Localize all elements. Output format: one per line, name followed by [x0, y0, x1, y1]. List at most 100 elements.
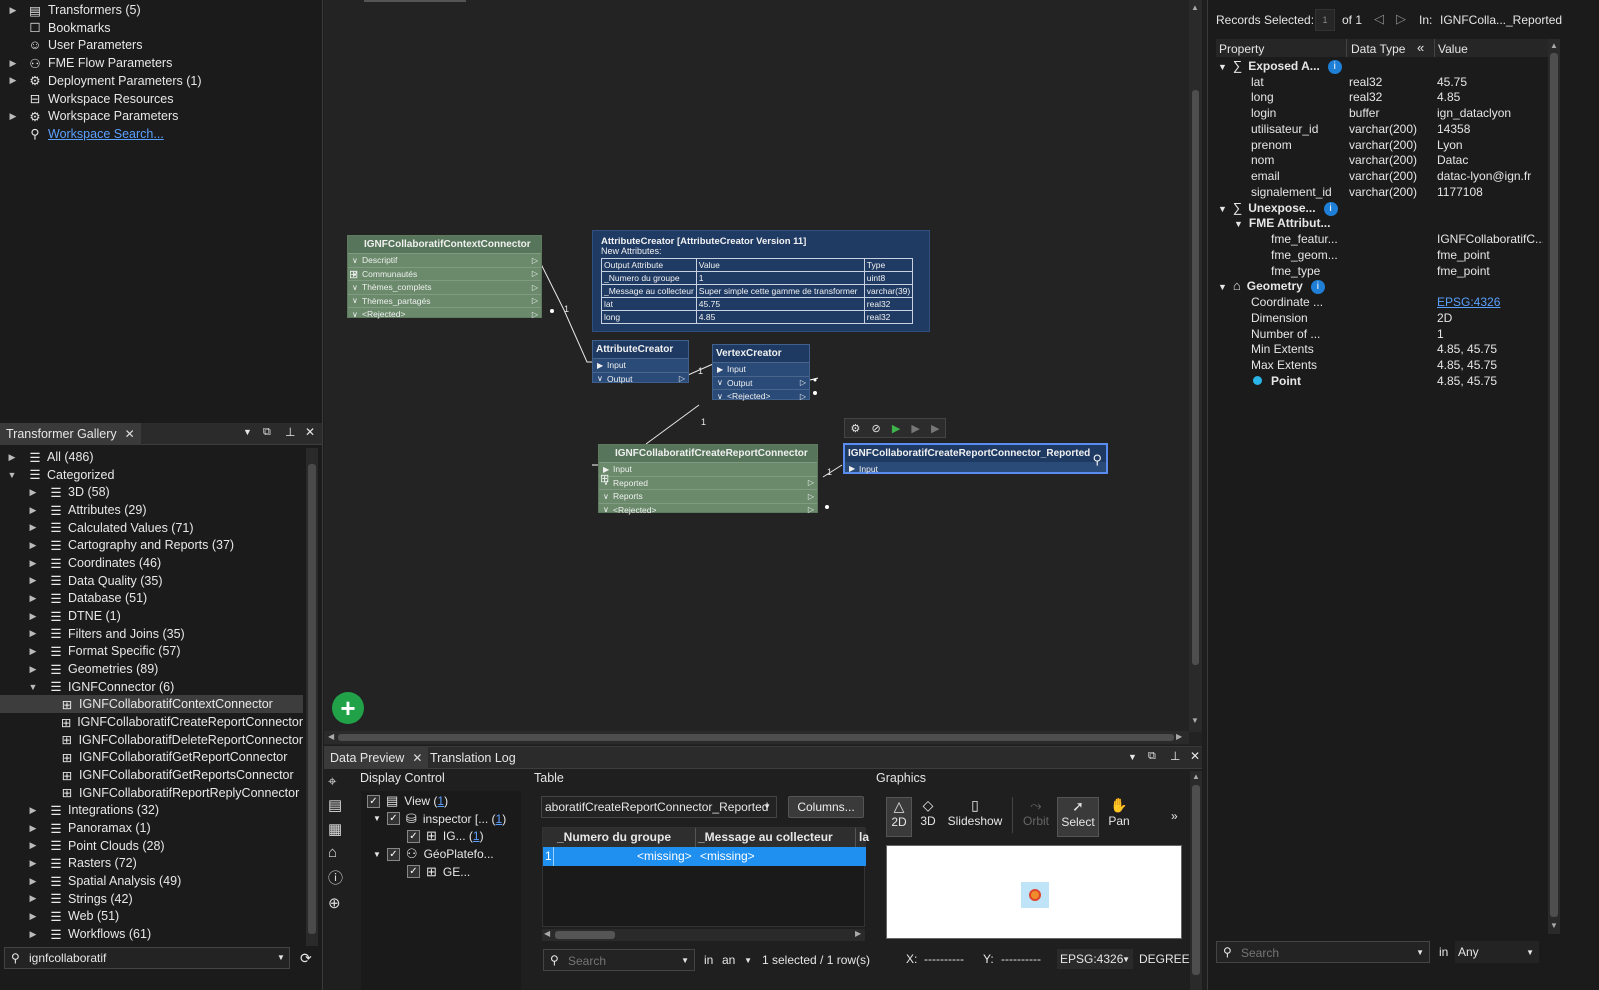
table-search-box[interactable]: ⚲ ▼ [543, 949, 695, 971]
collapse-arrow-icon[interactable]: ▼ [373, 850, 381, 859]
table-search-input[interactable] [568, 953, 678, 969]
refresh-icon[interactable]: ⟳ [300, 950, 312, 967]
navigator-item[interactable]: ▶ ▤ Transformers (5) [0, 1, 141, 19]
port-thmespartags[interactable]: ∨ Thèmes_partagés ▷ [348, 293, 541, 308]
tab-transformer-gallery[interactable]: Transformer Gallery ✕ [0, 423, 141, 445]
gallery-item[interactable]: ▶ ☰ 3D (58) [0, 483, 303, 501]
inspector-search-input[interactable] [1241, 945, 1411, 961]
create-report-connector-node[interactable]: IGNFCollaboratifCreateReportConnector ▶ I… [598, 444, 818, 515]
navigator-item[interactable]: ▶ ⚙ Deployment Parameters (1) [0, 72, 202, 90]
gallery-item[interactable]: ▶ ☰ Point Clouds (28) [0, 837, 303, 855]
property-row[interactable]: fme_geom... fme_point [1218, 247, 1546, 263]
context-connector-node[interactable]: IGNFCollaboratifContextConnector ∨ Descri… [347, 235, 542, 319]
property-row[interactable]: Point 4.85, 45.75 [1218, 373, 1546, 389]
close-panel-icon[interactable]: ✕ [1190, 749, 1200, 763]
feature-count-link[interactable]: 1 [473, 829, 480, 843]
expand-arrow-icon[interactable]: ▶ [27, 522, 39, 533]
gallery-item[interactable]: ▶ ☰ DTNE (1) [0, 607, 303, 625]
port-descriptif[interactable]: ∨ Descriptif ▷ [348, 253, 541, 267]
navigator-item[interactable]: ☐ Bookmarks [0, 19, 110, 37]
table-horizontal-scrollbar[interactable]: ◀ ▶ [542, 929, 865, 941]
expand-arrow-icon[interactable]: ▶ [27, 540, 39, 551]
port-rejected[interactable]: ∨ <Rejected> ▷ [599, 502, 817, 517]
run-to-icon[interactable]: ▶ [892, 422, 900, 435]
run-only-icon[interactable]: ▶ [931, 422, 939, 435]
visibility-checkbox[interactable]: ✓ [367, 794, 380, 808]
inspector-search-box[interactable]: ⚲ ▼ [1216, 941, 1430, 963]
expand-arrow-icon[interactable]: ▶ [6, 452, 18, 463]
pin-icon[interactable]: ⊥ [1170, 749, 1180, 763]
pin-icon[interactable]: ⊥ [285, 425, 295, 439]
map-view[interactable] [886, 845, 1182, 939]
crs-select[interactable]: EPSG:4326 ▼ [1057, 949, 1133, 969]
port-input[interactable]: ▶ Input [593, 358, 688, 372]
expand-arrow-icon[interactable]: ▶ [0, 58, 26, 69]
feature-info-icon[interactable]: ⌂ [328, 844, 350, 861]
search-scope-select[interactable]: Any ▼ [1455, 941, 1539, 963]
property-row[interactable]: Min Extents 4.85, 45.75 [1218, 342, 1546, 358]
pointer-icon[interactable]: ⌖ [328, 773, 350, 790]
collapse-arrow-icon[interactable]: ▼ [1218, 62, 1227, 72]
gallery-item[interactable]: ▶ ☰ Rasters (72) [0, 854, 303, 872]
expand-arrow-icon[interactable]: ▶ [0, 75, 26, 86]
property-group[interactable]: ▼ ∑ Exposed A... i [1218, 58, 1546, 74]
display-control-icon[interactable]: ▤ [328, 796, 350, 814]
property-row[interactable]: long real32 4.85 [1218, 90, 1546, 106]
collapse-columns-icon[interactable]: « [1417, 40, 1424, 55]
display-control-item[interactable]: ▼ ✓ ⚇ GéoPlatefo... [373, 846, 494, 862]
inspector-node[interactable]: IGNFCollaboratifCreateReportConnector_Re… [843, 443, 1108, 474]
property-row[interactable]: lat real32 45.75 [1218, 74, 1546, 90]
table-row[interactable]: 1 <missing> <missing> [543, 847, 866, 866]
gallery-search-box[interactable]: ⚲ ▼ [4, 947, 290, 969]
expand-arrow-icon[interactable]: ▶ [27, 858, 39, 869]
record-index-input[interactable]: 1 [1315, 9, 1335, 31]
gallery-item[interactable]: ▶ ☰ All (486) [0, 448, 303, 466]
magnifier-icon[interactable]: ⚲ [1092, 452, 1102, 468]
property-row[interactable]: Coordinate ... EPSG:4326 [1218, 294, 1546, 310]
expand-arrow-icon[interactable]: ▶ [27, 575, 39, 586]
more-tools-icon[interactable]: » [1171, 809, 1178, 823]
property-row[interactable]: Number of ... 1 [1218, 326, 1546, 342]
port-input[interactable]: ▶ Input [713, 362, 809, 376]
column-header[interactable]: _Numero du groupe [557, 830, 671, 844]
pan-button[interactable]: ✋ Pan [1106, 797, 1132, 837]
column-header[interactable]: _Message au collecteur [698, 830, 833, 844]
previous-record-icon[interactable]: ◁ [1374, 11, 1384, 27]
display-control-item[interactable]: ✓ ▤ View (1) [367, 793, 448, 809]
expand-arrow-icon[interactable]: ▶ [27, 664, 39, 675]
expand-arrow-icon[interactable]: ▶ [27, 876, 39, 887]
chevron-down-icon[interactable]: ▼ [243, 427, 252, 437]
expand-arrow-icon[interactable]: ▶ [0, 5, 26, 16]
visibility-checkbox[interactable]: ✓ [386, 847, 400, 861]
gallery-scrollbar[interactable] [306, 448, 318, 946]
column-header[interactable]: la [859, 830, 869, 844]
gallery-item[interactable]: ⊞ IGNFCollaboratifDeleteReportConnector [0, 731, 303, 749]
gallery-item[interactable]: ▶ ☰ Panoramax (1) [0, 819, 303, 837]
gallery-item[interactable]: ⊞ IGNFCollaboratifGetReportsConnector [0, 766, 303, 784]
attributecreator-annotation[interactable]: AttributeCreator [AttributeCreator Versi… [592, 230, 930, 332]
chevron-down-icon[interactable]: ▼ [1128, 752, 1137, 762]
gallery-item[interactable]: ▶ ☰ Filters and Joins (35) [0, 625, 303, 643]
disable-icon[interactable]: ⊘ [872, 422, 881, 435]
display-control-item[interactable]: ✓ ⊞ IG... (1) [407, 828, 484, 844]
columns-button[interactable]: Columns... [788, 796, 864, 818]
port-input[interactable]: ▶ Input [845, 462, 1106, 476]
vertexcreator-node[interactable]: VertexCreator ▶ Input ∨ Output ▷ ∨ <Rejected> ▷ [712, 344, 810, 401]
gallery-item[interactable]: ⊞ IGNFCollaboratifReportReplyConnector [0, 784, 303, 802]
expand-arrow-icon[interactable]: ▶ [27, 805, 39, 816]
feature-count-link[interactable]: 1 [437, 794, 444, 808]
feature-count-link[interactable]: 1 [496, 812, 503, 826]
property-row[interactable]: nom varchar(200) Datac [1218, 153, 1546, 169]
port-output[interactable]: ∨ Output ▷ [593, 371, 688, 386]
expand-arrow-icon[interactable]: ▼ [6, 470, 18, 480]
gallery-item[interactable]: ▶ ☰ Coordinates (46) [0, 554, 303, 572]
property-row[interactable]: fme_featur... IGNFCollaboratifC... [1218, 231, 1546, 247]
slideshow-button[interactable]: ▯ Slideshow [947, 797, 1003, 837]
view-2d-button[interactable]: △ 2D [886, 797, 912, 837]
chevron-down-icon[interactable]: ▼ [681, 956, 689, 965]
gallery-item[interactable]: ⊞ IGNFCollaboratifCreateReportConnector [0, 713, 303, 731]
info-icon[interactable]: i [1327, 59, 1342, 74]
expand-arrow-icon[interactable]: ▶ [27, 823, 39, 834]
property-row[interactable]: prenom varchar(200) Lyon [1218, 137, 1546, 153]
gallery-item[interactable]: ▶ ☰ Attributes (29) [0, 501, 303, 519]
